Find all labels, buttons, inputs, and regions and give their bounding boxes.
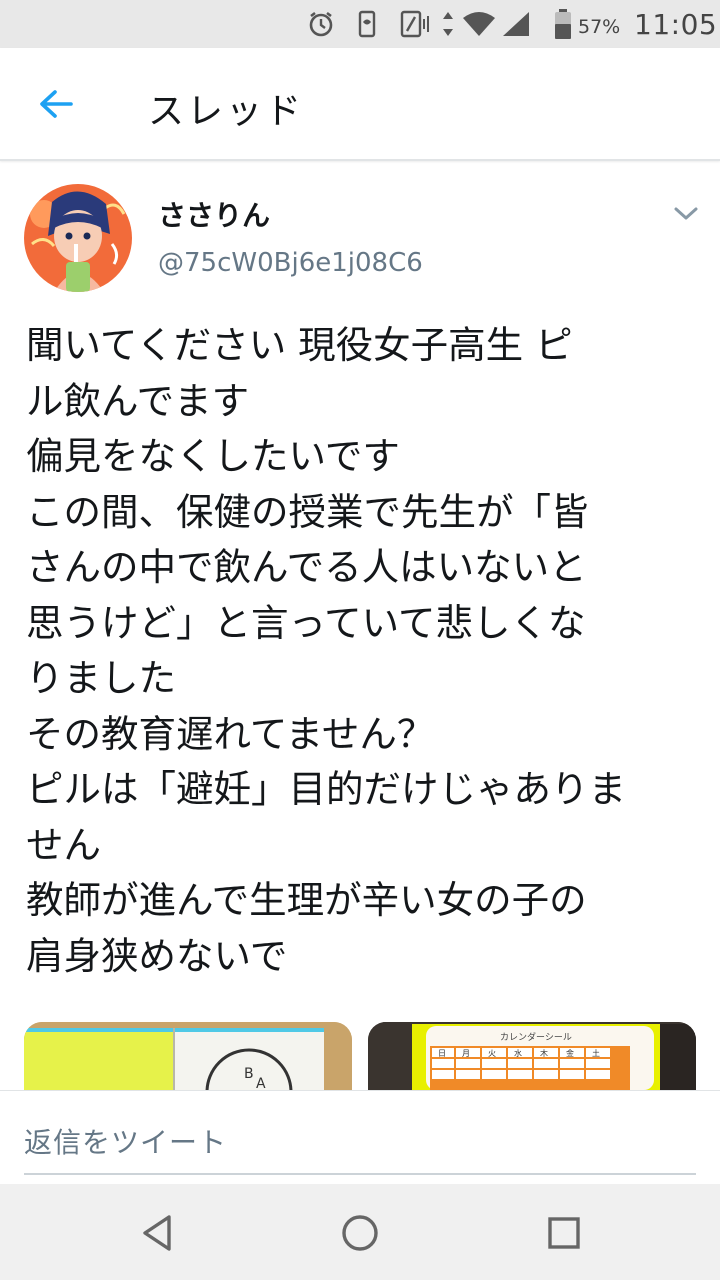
- battery-icon: [552, 8, 574, 40]
- navigation-bar: [0, 1184, 720, 1280]
- tweet-image-2[interactable]: カレンダーシール 日 月 火 水 木 金 土: [368, 1022, 696, 1090]
- svg-text:水: 水: [514, 1048, 522, 1058]
- display-name[interactable]: ささりん: [158, 194, 270, 234]
- tweet-image-1[interactable]: B A: [24, 1022, 352, 1090]
- calendar-sticker-label: カレンダーシール: [500, 1031, 572, 1043]
- data-arrows-icon: [440, 8, 456, 40]
- nav-recents-button[interactable]: [539, 1208, 589, 1258]
- nav-home-button[interactable]: [335, 1208, 385, 1258]
- reply-input[interactable]: 返信をツイート: [24, 1121, 227, 1161]
- back-button[interactable]: [28, 76, 84, 132]
- tweet-text-line: ル飲んでます: [26, 378, 250, 423]
- svg-text:土: 土: [592, 1048, 600, 1058]
- tweet-text-line: 聞いてください 現役女子高生 ピ: [26, 323, 573, 367]
- alarm-icon: [304, 8, 338, 40]
- nfc-icon: [398, 8, 432, 40]
- arrow-left-icon: [40, 90, 73, 118]
- recents-square-icon: [548, 1217, 580, 1249]
- vibrate-icon: [352, 8, 382, 40]
- chevron-down-icon: [674, 207, 698, 220]
- svg-text:B: B: [244, 1066, 254, 1082]
- wifi-icon: [460, 8, 498, 40]
- app-header: スレッド: [0, 48, 720, 161]
- svg-text:日: 日: [438, 1049, 446, 1058]
- tweet-text-line: せん: [26, 822, 101, 867]
- tweet-text-line: 偏見をなくしたいです: [26, 434, 400, 478]
- reply-input-underline: [24, 1173, 696, 1175]
- battery-percent: 57%: [578, 16, 621, 38]
- signal-icon: [500, 8, 532, 40]
- tweet-text-line: さんの中で飲んでる人はいないと: [26, 545, 587, 589]
- tweet-text-line: 肩身狭めないで: [26, 933, 288, 978]
- svg-text:火: 火: [488, 1049, 496, 1058]
- clock: 11:05: [634, 8, 718, 41]
- avatar[interactable]: [24, 184, 132, 292]
- user-handle[interactable]: @75cW0Bj6e1j08C6: [158, 248, 423, 278]
- tweet-text-line: 思うけど」と言っていて悲しくな: [26, 600, 586, 645]
- status-bar: 57% 11:05: [0, 0, 720, 48]
- tweet-text-line: その教育遅れてません？: [26, 711, 435, 756]
- home-circle-icon: [342, 1215, 378, 1251]
- reply-bar: 返信をツイート: [0, 1090, 720, 1184]
- page-title: スレッド: [148, 91, 305, 132]
- svg-text:木: 木: [540, 1048, 548, 1058]
- tweet-menu-button[interactable]: [670, 200, 702, 228]
- tweet-text-line: りました: [26, 656, 176, 700]
- svg-text:月: 月: [462, 1049, 470, 1058]
- tweet-text: 聞いてください 現役女子高生 ピ ル飲んでます 偏見をなくしたいです この間、保…: [26, 318, 696, 984]
- svg-text:金: 金: [566, 1048, 574, 1058]
- tweet-text-line: この間、保健の授業で先生が「皆: [26, 489, 589, 534]
- svg-text:A: A: [256, 1076, 266, 1090]
- back-triangle-icon: [143, 1215, 171, 1251]
- tweet-text-line: 教師が進んで生理が辛い女の子の: [26, 878, 587, 922]
- nav-back-button[interactable]: [132, 1208, 182, 1258]
- tweet-text-line: ピルは「避妊」目的だけじゃありま: [26, 767, 626, 811]
